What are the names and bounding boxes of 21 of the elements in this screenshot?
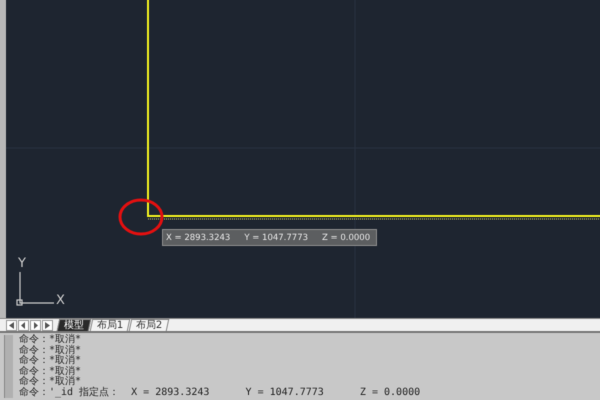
tab-scroll-icon[interactable] (18, 320, 29, 331)
ucs-x-label: X (56, 293, 65, 308)
drawing-canvas[interactable]: Y X X = 2893.3243 Y = 1047.7773 Z = 0.0000 (6, 0, 600, 318)
layout-tab[interactable]: 布局1 (90, 319, 131, 331)
command-line: 命令：*取消* (19, 335, 82, 345)
command-line: 命令：'_id 指定点： X = 2893.3243 Y = 1047.7773 Z = 0.0000 (19, 388, 420, 398)
command-line: 命令：*取消* (19, 346, 82, 356)
coordinate-value: X = 2893.3243 (166, 232, 230, 242)
layout-tab[interactable]: 模型 (56, 319, 92, 331)
layout-tab[interactable]: 布局2 (129, 319, 170, 331)
tab-scroll-icon[interactable] (42, 320, 53, 331)
coordinate-value: Y = 1047.7773 (244, 232, 308, 242)
command-line: 命令：*取消* (19, 377, 82, 387)
ucs-y-label: Y (18, 256, 26, 271)
tab-scroll-icon[interactable] (6, 320, 17, 331)
tab-scroll-icon[interactable] (30, 320, 41, 331)
command-line: 命令：*取消* (19, 366, 82, 376)
ucs-axes-icon (16, 272, 54, 306)
panel-grip[interactable] (4, 335, 13, 398)
coordinate-value: Z = 0.0000 (322, 232, 370, 242)
command-line: 命令：*取消* (19, 356, 82, 366)
